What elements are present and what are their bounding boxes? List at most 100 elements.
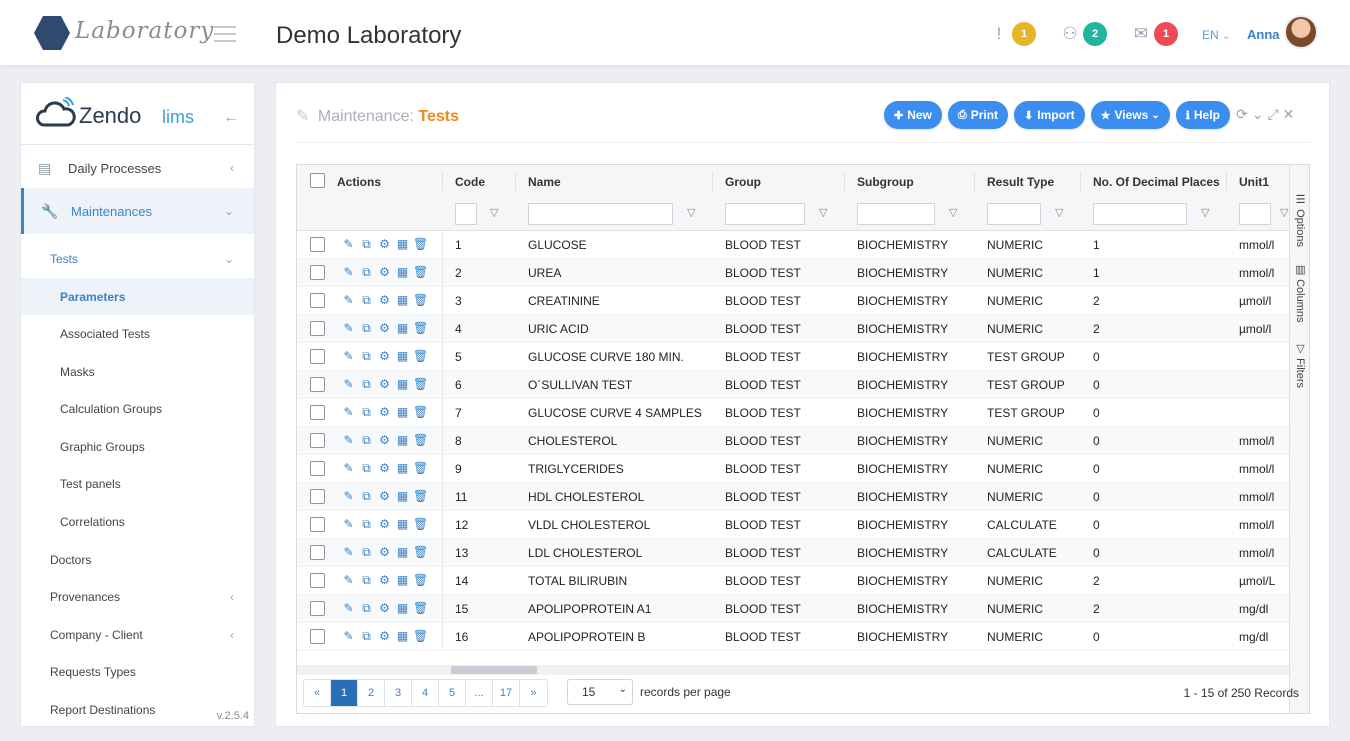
row-checkbox[interactable]: [310, 265, 325, 280]
row-checkbox[interactable]: [310, 237, 325, 252]
hamburger-menu-icon[interactable]: [214, 26, 236, 47]
copy-icon[interactable]: ⧉: [359, 601, 374, 616]
film-icon[interactable]: ▦: [395, 433, 410, 448]
table-row[interactable]: ✎ ⧉ ⚙ ▦ 🗑 15 APOLIPOPROTEIN A1 BLOOD TEST BIOCHE…: [297, 595, 1289, 623]
notification-users[interactable]: ⚇ 2: [1061, 22, 1107, 46]
select-all-checkbox[interactable]: [310, 173, 325, 188]
table-row[interactable]: ✎ ⧉ ⚙ ▦ 🗑 16 APOLIPOPROTEIN B BLOOD TEST BIOCHEM…: [297, 623, 1289, 651]
subgroup-filter-input[interactable]: [857, 203, 935, 225]
copy-icon[interactable]: ⧉: [359, 629, 374, 644]
edit-icon[interactable]: ✎: [341, 237, 356, 252]
copy-icon[interactable]: ⧉: [359, 489, 374, 504]
gear-icon[interactable]: ⚙: [377, 517, 392, 532]
language-selector[interactable]: EN ⌄: [1202, 28, 1230, 42]
page-button-17[interactable]: 17: [493, 680, 520, 706]
column-header-group[interactable]: Group: [725, 175, 761, 189]
filter-icon[interactable]: ▽: [1055, 206, 1063, 219]
sidebar-item-tests[interactable]: Tests ⌄: [21, 240, 254, 277]
filter-icon[interactable]: ▽: [949, 206, 957, 219]
copy-icon[interactable]: ⧉: [359, 293, 374, 308]
views-button[interactable]: ★ Views ⌄: [1090, 101, 1170, 129]
column-header-subgroup[interactable]: Subgroup: [857, 175, 914, 189]
copy-icon[interactable]: ⧉: [359, 573, 374, 588]
columns-tab[interactable]: ▥ Columns: [1294, 263, 1307, 322]
gear-icon[interactable]: ⚙: [377, 237, 392, 252]
gear-icon[interactable]: ⚙: [377, 545, 392, 560]
gear-icon[interactable]: ⚙: [377, 405, 392, 420]
row-checkbox[interactable]: [310, 349, 325, 364]
table-row[interactable]: ✎ ⧉ ⚙ ▦ 🗑 5 GLUCOSE CURVE 180 MIN. BLOOD TEST BI…: [297, 343, 1289, 371]
sidebar-item-provenances[interactable]: Provenances ‹: [21, 578, 254, 615]
film-icon[interactable]: ▦: [395, 461, 410, 476]
column-divider[interactable]: [442, 173, 443, 191]
table-row[interactable]: ✎ ⧉ ⚙ ▦ 🗑 3 CREATININE BLOOD TEST BIOCHEMISTRY NU…: [297, 287, 1289, 315]
sidebar-item-masks[interactable]: Masks: [21, 353, 254, 390]
column-header-name[interactable]: Name: [528, 175, 561, 189]
column-header-code[interactable]: Code: [455, 175, 485, 189]
trash-icon[interactable]: 🗑: [413, 517, 428, 532]
table-row[interactable]: ✎ ⧉ ⚙ ▦ 🗑 4 URIC ACID BLOOD TEST BIOCHEMISTRY NUM…: [297, 315, 1289, 343]
edit-icon[interactable]: ✎: [341, 321, 356, 336]
copy-icon[interactable]: ⧉: [359, 237, 374, 252]
row-checkbox[interactable]: [310, 517, 325, 532]
filters-tab[interactable]: ▽ Filters: [1294, 342, 1307, 388]
gear-icon[interactable]: ⚙: [377, 265, 392, 280]
copy-icon[interactable]: ⧉: [359, 265, 374, 280]
sidebar-item-correlations[interactable]: Correlations: [21, 503, 254, 540]
gear-icon[interactable]: ⚙: [377, 321, 392, 336]
column-divider[interactable]: [974, 173, 975, 191]
trash-icon[interactable]: 🗑: [413, 293, 428, 308]
table-row[interactable]: ✎ ⧉ ⚙ ▦ 🗑 9 TRIGLYCERIDES BLOOD TEST BIOCHEMISTR…: [297, 455, 1289, 483]
gear-icon[interactable]: ⚙: [377, 629, 392, 644]
row-checkbox[interactable]: [310, 573, 325, 588]
sidebar-item-daily-processes[interactable]: ▤ Daily Processes ‹: [21, 145, 254, 191]
page-button-4[interactable]: 4: [412, 680, 439, 706]
trash-icon[interactable]: 🗑: [413, 405, 428, 420]
gear-icon[interactable]: ⚙: [377, 601, 392, 616]
film-icon[interactable]: ▦: [395, 237, 410, 252]
table-row[interactable]: ✎ ⧉ ⚙ ▦ 🗑 1 GLUCOSE BLOOD TEST BIOCHEMISTRY NUMER…: [297, 231, 1289, 259]
records-per-page-select[interactable]: 15 ⌄: [567, 679, 633, 705]
sidebar-item-test-panels[interactable]: Test panels: [21, 465, 254, 502]
copy-icon[interactable]: ⧉: [359, 405, 374, 420]
table-row[interactable]: ✎ ⧉ ⚙ ▦ 🗑 13 LDL CHOLESTEROL BLOOD TEST BIOCHEMI…: [297, 539, 1289, 567]
column-header-unit1[interactable]: Unit1: [1239, 175, 1269, 189]
hexagon-logo-icon[interactable]: [33, 14, 71, 52]
trash-icon[interactable]: 🗑: [413, 433, 428, 448]
edit-icon[interactable]: ✎: [341, 629, 356, 644]
options-tab[interactable]: ☰ Options: [1294, 193, 1307, 247]
filter-icon[interactable]: ▽: [1280, 206, 1288, 219]
sidebar-item-maintenances[interactable]: 🔧 Maintenances ⌄: [21, 188, 254, 234]
edit-icon[interactable]: ✎: [341, 349, 356, 364]
column-divider[interactable]: [1226, 173, 1227, 191]
first-page-button[interactable]: «: [304, 680, 331, 706]
gear-icon[interactable]: ⚙: [377, 293, 392, 308]
sidebar-item-requests-types[interactable]: Requests Types: [21, 653, 254, 690]
column-header-actions[interactable]: Actions: [337, 175, 381, 189]
table-row[interactable]: ✎ ⧉ ⚙ ▦ 🗑 2 UREA BLOOD TEST BIOCHEMISTRY NUMERIC 1…: [297, 259, 1289, 287]
import-button[interactable]: ⬇ Import: [1014, 101, 1085, 129]
user-name[interactable]: Anna: [1247, 27, 1280, 42]
table-row[interactable]: ✎ ⧉ ⚙ ▦ 🗑 8 CHOLESTEROL BLOOD TEST BIOCHEMISTRY N…: [297, 427, 1289, 455]
film-icon[interactable]: ▦: [395, 517, 410, 532]
sidebar-item-graphic-groups[interactable]: Graphic Groups: [21, 428, 254, 465]
sidebar-item-company-client[interactable]: Company - Client ‹: [21, 616, 254, 653]
filter-icon[interactable]: ▽: [1201, 206, 1209, 219]
gear-icon[interactable]: ⚙: [377, 377, 392, 392]
expand-icon[interactable]: ⤢: [1267, 106, 1282, 122]
edit-icon[interactable]: ✎: [341, 489, 356, 504]
row-checkbox[interactable]: [310, 601, 325, 616]
help-button[interactable]: ℹ Help: [1175, 101, 1230, 129]
edit-icon[interactable]: ✎: [341, 293, 356, 308]
trash-icon[interactable]: 🗑: [413, 573, 428, 588]
table-row[interactable]: ✎ ⧉ ⚙ ▦ 🗑 12 VLDL CHOLESTEROL BLOOD TEST BIOCHEM…: [297, 511, 1289, 539]
film-icon[interactable]: ▦: [395, 545, 410, 560]
close-icon[interactable]: ✕: [1283, 106, 1299, 122]
gear-icon[interactable]: ⚙: [377, 489, 392, 504]
edit-icon[interactable]: ✎: [341, 377, 356, 392]
film-icon[interactable]: ▦: [395, 293, 410, 308]
film-icon[interactable]: ▦: [395, 265, 410, 280]
trash-icon[interactable]: 🗑: [413, 265, 428, 280]
decimal-places-filter-input[interactable]: [1093, 203, 1187, 225]
film-icon[interactable]: ▦: [395, 573, 410, 588]
